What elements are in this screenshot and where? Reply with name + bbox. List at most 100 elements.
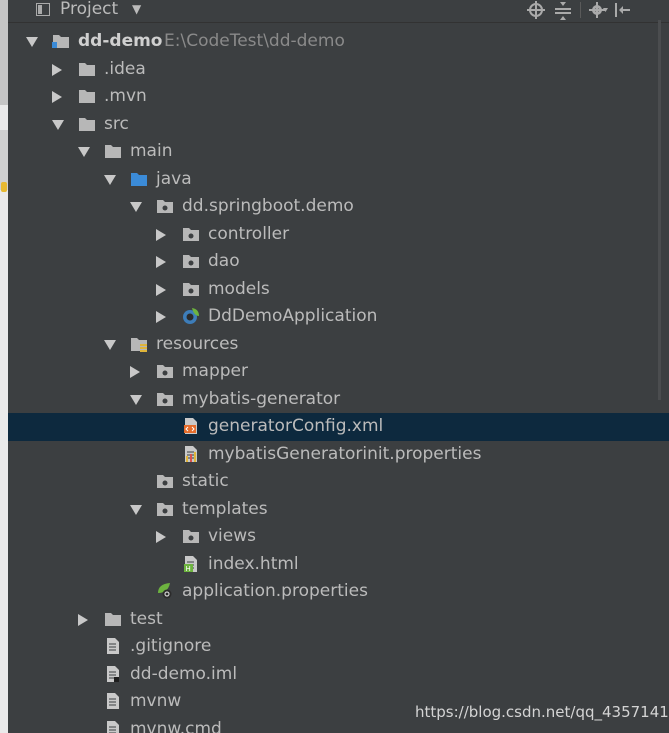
expanded-arrow-icon[interactable] — [104, 174, 116, 185]
tree-item-label: src — [104, 113, 129, 134]
learn-badge-icon — [1, 182, 7, 192]
tree-row[interactable]: Hindex.html — [8, 551, 669, 579]
package-icon — [156, 501, 174, 517]
package-icon — [156, 363, 174, 379]
folder-icon — [78, 116, 96, 132]
expanded-arrow-icon[interactable] — [130, 394, 142, 405]
collapsed-arrow-icon[interactable] — [130, 366, 140, 378]
tree-item-label: index.html — [208, 553, 299, 574]
folder-icon — [104, 611, 122, 627]
tree-item-label: application.properties — [182, 581, 368, 601]
project-tool-window: Project ▼ dd-demo E:\CodeTest\dd-demo .i… — [8, 0, 669, 733]
resources-folder-icon — [130, 336, 148, 352]
tree-row[interactable]: dao — [8, 248, 669, 276]
collapsed-arrow-icon[interactable] — [156, 311, 166, 323]
tree-item-label: mvnw — [130, 691, 182, 711]
spring-properties-icon — [156, 583, 174, 599]
chevron-down-icon[interactable]: ▼ — [132, 0, 141, 20]
xml-file-icon — [182, 418, 200, 434]
tree-row[interactable]: dd-demo.iml — [8, 661, 669, 689]
expanded-arrow-icon[interactable] — [104, 339, 116, 350]
tree-item-label: .idea — [104, 58, 146, 79]
tree-row[interactable]: test — [8, 606, 669, 634]
tree-item-label: dd.springboot.demo — [182, 196, 354, 216]
tree-row[interactable]: views — [8, 523, 669, 551]
locate-icon[interactable] — [526, 0, 546, 20]
tree-item-label: generatorConfig.xml — [208, 416, 384, 436]
collapsed-arrow-icon[interactable] — [156, 256, 166, 268]
expanded-arrow-icon[interactable] — [26, 37, 38, 47]
learn-tool-window-tab[interactable] — [0, 130, 8, 190]
tree-row[interactable]: static — [8, 468, 669, 496]
tree-item-label: mybatis-generator — [182, 388, 341, 409]
project-view-title[interactable]: Project — [60, 0, 118, 20]
expanded-arrow-icon[interactable] — [52, 119, 64, 130]
tree-item-label: dd-demo — [78, 31, 163, 51]
collapsed-arrow-icon[interactable] — [156, 531, 166, 543]
package-icon — [156, 391, 174, 407]
tree-row[interactable]: java — [8, 166, 669, 194]
collapsed-arrow-icon[interactable] — [156, 283, 166, 296]
tree-row[interactable]: application.properties — [8, 578, 669, 606]
hide-panel-icon[interactable] — [613, 0, 633, 20]
source-watermark: https://blog.csdn.net/qq_43571415 — [415, 703, 669, 721]
collapsed-arrow-icon[interactable] — [52, 63, 62, 76]
folder-icon — [104, 143, 122, 159]
source-folder-icon — [130, 171, 148, 187]
tree-item-label: mybatisGeneratorinit.properties — [208, 443, 482, 464]
project-tool-window-tab[interactable] — [0, 0, 8, 105]
collapsed-arrow-icon[interactable] — [52, 91, 62, 103]
gear-icon[interactable] — [588, 0, 608, 20]
tree-row[interactable]: controller — [8, 221, 669, 249]
tree-item-label: .gitignore — [130, 636, 212, 656]
tree-item-label: test — [130, 608, 163, 629]
tree-item-label: static — [182, 471, 229, 491]
expanded-arrow-icon[interactable] — [130, 202, 142, 212]
tree-item-label: views — [208, 526, 257, 546]
collapse-all-icon[interactable] — [553, 0, 573, 20]
tree-row[interactable]: .gitignore — [8, 633, 669, 661]
collapsed-arrow-icon[interactable] — [78, 613, 88, 626]
tree-item-label: resources — [156, 333, 239, 354]
tree-item-label: mapper — [182, 361, 249, 381]
folder-icon — [78, 88, 96, 104]
project-tree: dd-demo E:\CodeTest\dd-demo .idea .mvn src ma… — [8, 28, 669, 733]
tree-item-label: templates — [182, 498, 268, 519]
tree-row[interactable]: mybatisGeneratorinit.properties — [8, 441, 669, 469]
html-file-icon: H — [182, 555, 200, 573]
tree-item-label: .mvn — [104, 86, 147, 106]
tree-item-label: mvnw.cmd — [130, 718, 222, 733]
folder-icon — [78, 61, 96, 77]
tree-row[interactable]: resources — [8, 331, 669, 359]
tree-row[interactable]: dd-demo E:\CodeTest\dd-demo — [8, 28, 669, 56]
tree-row[interactable]: src — [8, 111, 669, 139]
project-panel-header: Project ▼ — [8, 0, 669, 23]
collapsed-arrow-icon[interactable] — [156, 228, 166, 241]
tree-row[interactable]: models — [8, 276, 669, 304]
tree-row[interactable]: mybatis-generator — [8, 386, 669, 414]
package-icon — [156, 473, 174, 489]
package-icon — [182, 226, 200, 242]
spring-boot-class-icon — [182, 308, 200, 324]
tree-row[interactable]: DdDemoApplication — [8, 303, 669, 331]
tree-row[interactable]: templates — [8, 496, 669, 524]
svg-text:H: H — [186, 565, 191, 572]
tree-row[interactable]: generatorConfig.xml — [8, 413, 669, 441]
toolbar-separator — [580, 2, 581, 18]
tree-row[interactable]: .mvn — [8, 83, 669, 111]
tree-row[interactable]: .idea — [8, 56, 669, 84]
expanded-arrow-icon[interactable] — [78, 147, 90, 157]
project-view-icon — [36, 3, 50, 16]
text-file-icon — [104, 638, 122, 654]
tree-item-label: java — [156, 168, 192, 189]
tree-row[interactable]: main — [8, 138, 669, 166]
tree-row[interactable]: mapper — [8, 358, 669, 386]
tree-item-label: main — [130, 141, 173, 161]
expanded-arrow-icon[interactable] — [130, 504, 142, 515]
tree-item-label: dao — [208, 251, 240, 271]
tree-item-label: dd-demo.iml — [130, 663, 238, 684]
properties-file-icon — [182, 445, 200, 462]
module-path: E:\CodeTest\dd-demo — [164, 31, 345, 51]
tree-row[interactable]: dd.springboot.demo — [8, 193, 669, 221]
text-file-icon — [104, 720, 122, 733]
